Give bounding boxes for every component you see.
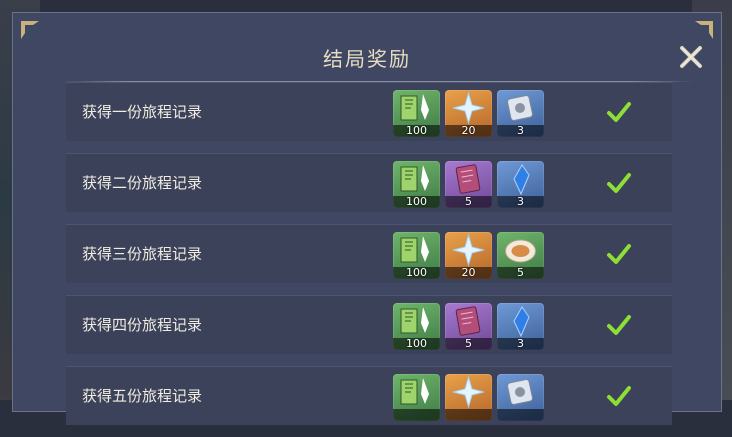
reward-items	[393, 374, 544, 421]
reward-items: 100 20 5	[393, 232, 544, 279]
reward-count: 20	[445, 267, 492, 279]
reward-item[interactable]: 5	[497, 232, 544, 279]
reward-item[interactable]: 100	[393, 232, 440, 279]
reward-item[interactable]: 5	[445, 303, 492, 350]
reward-item[interactable]: 3	[497, 161, 544, 208]
corner-ornament-icon	[695, 21, 713, 39]
primogem-icon	[445, 374, 492, 410]
reward-count	[393, 409, 440, 421]
talent-book-icon	[497, 90, 544, 126]
reward-item[interactable]: 3	[497, 303, 544, 350]
primogem-icon	[445, 232, 492, 268]
crystal-chunk-icon	[497, 161, 544, 197]
reward-items: 100 5 3	[393, 161, 544, 208]
reward-item[interactable]: 100	[393, 90, 440, 137]
reward-count: 100	[393, 125, 440, 137]
reward-item[interactable]: 3	[497, 90, 544, 137]
reward-item[interactable]: 20	[445, 232, 492, 279]
close-icon[interactable]	[678, 44, 704, 70]
reward-item[interactable]: 100	[393, 303, 440, 350]
checkmark-icon	[607, 244, 631, 264]
reward-count: 20	[445, 125, 492, 137]
reward-item[interactable]	[393, 374, 440, 421]
reward-count: 100	[393, 267, 440, 279]
reward-count: 3	[497, 125, 544, 137]
reward-count: 5	[497, 267, 544, 279]
reward-row-label: 获得一份旅程记录	[82, 103, 203, 121]
reward-count: 100	[393, 196, 440, 208]
adventure-exp-icon	[393, 303, 440, 339]
reward-row: 获得三份旅程记录 100 20 5	[66, 224, 672, 283]
crystal-chunk-icon	[497, 303, 544, 339]
reward-count: 3	[497, 338, 544, 350]
adventure-exp-icon	[393, 90, 440, 126]
checkmark-icon	[607, 386, 631, 406]
dialog-title: 结局奖励	[323, 47, 411, 71]
reward-count	[445, 409, 492, 421]
reward-count: 5	[445, 196, 492, 208]
reward-count: 3	[497, 196, 544, 208]
reward-items: 100 20 3	[393, 90, 544, 137]
heros-wit-icon	[445, 161, 492, 197]
reward-count: 5	[445, 338, 492, 350]
reward-item[interactable]: 100	[393, 161, 440, 208]
reward-count	[497, 409, 544, 421]
reward-row-label: 获得二份旅程记录	[82, 174, 203, 192]
reward-row: 获得一份旅程记录 100 20 3	[66, 82, 672, 141]
checkmark-icon	[607, 173, 631, 193]
primogem-icon	[445, 90, 492, 126]
reward-items: 100 5 3	[393, 303, 544, 350]
reward-row: 获得四份旅程记录 100 5 3	[66, 295, 672, 354]
reward-item[interactable]: 20	[445, 90, 492, 137]
reward-item[interactable]: 5	[445, 161, 492, 208]
reward-row-label: 获得三份旅程记录	[82, 245, 203, 263]
reward-list: 获得一份旅程记录 100 20 3 获得二份旅程记录 100 5 3 获得三份旅程记录 100 20…	[66, 82, 672, 437]
reward-row: 获得五份旅程记录	[66, 366, 672, 425]
reward-item[interactable]	[497, 374, 544, 421]
adventure-exp-icon	[393, 161, 440, 197]
adventure-exp-icon	[393, 232, 440, 268]
reward-row-label: 获得五份旅程记录	[82, 387, 203, 405]
checkmark-icon	[607, 315, 631, 335]
heros-wit-icon	[445, 303, 492, 339]
corner-ornament-icon	[21, 21, 39, 39]
reward-row: 获得二份旅程记录 100 5 3	[66, 153, 672, 212]
checkmark-icon	[607, 102, 631, 122]
food-dish-icon	[497, 232, 544, 268]
adventure-exp-icon	[393, 374, 440, 410]
reward-count: 100	[393, 338, 440, 350]
reward-row-label: 获得四份旅程记录	[82, 316, 203, 334]
reward-item[interactable]	[445, 374, 492, 421]
talent-book-icon	[497, 374, 544, 410]
